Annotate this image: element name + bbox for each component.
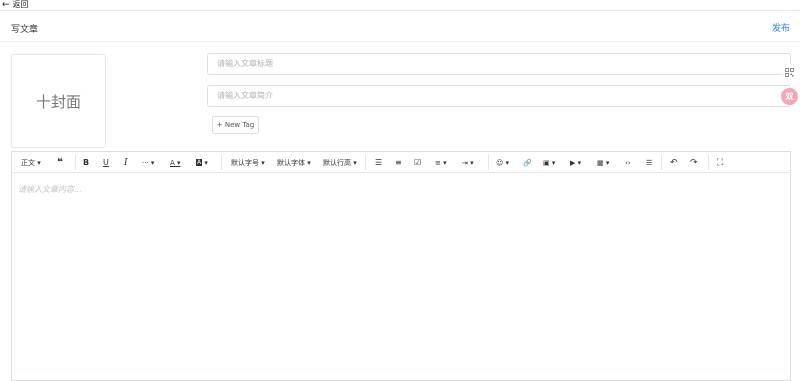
font-size-select[interactable]: 默认字号 ▾ bbox=[231, 156, 265, 169]
redo-icon[interactable]: ↷ bbox=[690, 156, 698, 169]
table-icon[interactable]: ▦ ▾ bbox=[597, 156, 609, 169]
underline-icon[interactable]: U bbox=[103, 156, 109, 169]
qr-grid-icon[interactable] bbox=[781, 64, 798, 81]
link-icon[interactable]: 🔗 bbox=[523, 156, 532, 169]
paragraph-select[interactable]: 正文 ▾ bbox=[21, 156, 41, 169]
more-icon[interactable]: ··· ▾ bbox=[142, 156, 154, 169]
new-tag-button[interactable]: + New Tag bbox=[212, 116, 259, 134]
image-icon[interactable]: ▣ ▾ bbox=[543, 156, 555, 169]
font-family-select[interactable]: 默认字体 ▾ bbox=[277, 156, 311, 169]
indent-icon[interactable]: ⇥ ▾ bbox=[462, 156, 474, 169]
italic-icon[interactable]: I bbox=[124, 156, 128, 169]
quote-icon[interactable]: ❝ bbox=[57, 156, 63, 169]
title-input[interactable]: 请输入文章标题 bbox=[207, 53, 791, 75]
arrow-left-icon: ← bbox=[2, 0, 10, 10]
bullet-list-icon[interactable]: ☰ bbox=[375, 156, 382, 169]
fullscreen-icon[interactable]: ⛶ bbox=[717, 156, 723, 169]
intro-input[interactable]: 请输入文章简介 bbox=[207, 85, 791, 107]
back-button[interactable]: ← 返回 bbox=[2, 0, 29, 10]
align-icon[interactable]: ≡ ▾ bbox=[435, 156, 447, 169]
undo-icon[interactable]: ↶ bbox=[670, 156, 678, 169]
code-icon[interactable]: ‹› bbox=[625, 156, 631, 169]
numbered-list-icon[interactable]: ≡ bbox=[395, 156, 402, 169]
page-title: 写文章 bbox=[11, 25, 39, 35]
rich-text-editor: 正文 ▾ ❝ B U I ··· ▾ A ▾ A ▾ 默认字号 ▾ 默认字体 ▾… bbox=[11, 151, 791, 381]
background-color-icon[interactable]: A ▾ bbox=[196, 156, 208, 169]
line-height-select[interactable]: 默认行高 ▾ bbox=[323, 156, 357, 169]
editor-toolbar: 正文 ▾ ❝ B U I ··· ▾ A ▾ A ▾ 默认字号 ▾ 默认字体 ▾… bbox=[12, 152, 790, 173]
todo-checkbox-icon[interactable]: ☑ bbox=[414, 156, 421, 169]
font-color-icon[interactable]: A ▾ bbox=[170, 156, 181, 169]
editor-content[interactable]: 请输入文章内容... bbox=[18, 184, 82, 195]
cover-upload[interactable]: 十封面 bbox=[11, 54, 106, 148]
back-label: 返回 bbox=[12, 0, 29, 9]
publish-button[interactable]: 发布 bbox=[772, 21, 790, 34]
video-icon[interactable]: ▶ ▾ bbox=[570, 156, 581, 169]
bold-icon[interactable]: B bbox=[83, 156, 89, 169]
emoji-icon[interactable]: ☺ ▾ bbox=[496, 156, 509, 169]
page-header: 写文章 发布 bbox=[0, 11, 800, 42]
cover-label: 十封面 bbox=[35, 92, 81, 111]
avatar-text: 双 bbox=[785, 92, 794, 101]
user-avatar[interactable]: 双 bbox=[781, 88, 798, 105]
divider-icon[interactable]: ☰ bbox=[646, 156, 652, 169]
